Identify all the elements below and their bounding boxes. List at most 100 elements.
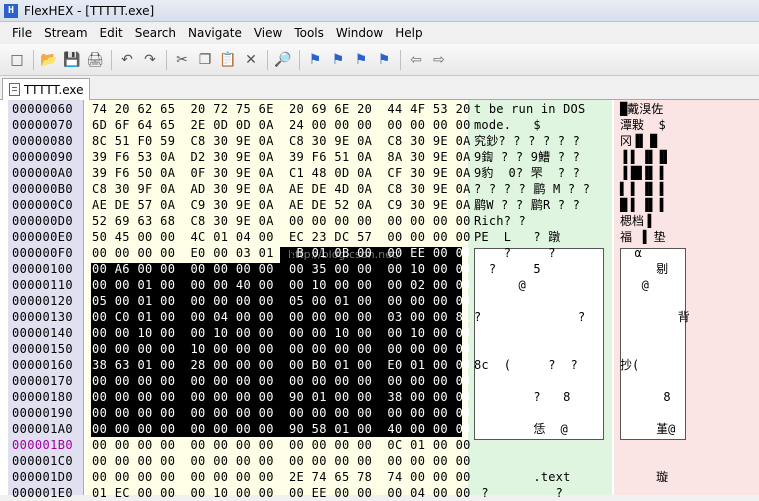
ascii-row[interactable]: mode. $ bbox=[474, 117, 610, 133]
bookmark-prev-icon[interactable]: ⚑ bbox=[350, 49, 372, 71]
ascii-row[interactable]: ? ? bbox=[474, 309, 610, 325]
menu-help[interactable]: Help bbox=[389, 23, 428, 43]
hex-row[interactable]: 00 00 00 00 00 00 00 00 2E 74 65 78 74 0… bbox=[92, 469, 470, 485]
ascii-row[interactable]: 8c ( ? ? bbox=[474, 357, 610, 373]
new-file-icon[interactable]: □ bbox=[6, 49, 28, 71]
hex-row[interactable]: 39 F6 50 0A 0F 30 9E 0A C1 48 0D 0A CF 3… bbox=[92, 165, 470, 181]
hex-row[interactable]: 50 45 00 00 4C 01 04 00 EC 23 DC 57 00 0… bbox=[92, 229, 470, 245]
ascii-row[interactable] bbox=[474, 325, 610, 341]
ascii-row[interactable] bbox=[474, 341, 610, 357]
bookmark-clear-icon[interactable]: ⚑ bbox=[373, 49, 395, 71]
unicode-row[interactable] bbox=[620, 405, 758, 421]
menu-tools[interactable]: Tools bbox=[288, 23, 330, 43]
hex-row[interactable]: 00 A6 00 00 00 00 00 00 00 35 00 00 00 1… bbox=[92, 261, 470, 277]
bookmark-next-icon[interactable]: ⚑ bbox=[327, 49, 349, 71]
unicode-row[interactable]: 冈▐▌▐▌ bbox=[620, 133, 758, 149]
ascii-row[interactable]: t be run in DOS bbox=[474, 101, 610, 117]
hex-row[interactable]: 00 00 00 00 00 00 00 00 90 58 01 00 40 0… bbox=[92, 421, 470, 437]
unicode-row[interactable] bbox=[620, 485, 758, 501]
menu-search[interactable]: Search bbox=[129, 23, 182, 43]
hex-row[interactable]: 00 00 00 00 00 00 00 00 90 01 00 00 38 0… bbox=[92, 389, 470, 405]
unicode-row[interactable] bbox=[620, 437, 758, 453]
hex-row[interactable]: AE DE 57 0A C9 30 9E 0A AE DE 52 0A C9 3… bbox=[92, 197, 470, 213]
unicode-row[interactable]: 剔 bbox=[620, 261, 758, 277]
paste-icon[interactable]: 📋 bbox=[217, 49, 239, 71]
hex-row[interactable]: 8C 51 F0 59 C8 30 9E 0A C8 30 9E 0A C8 3… bbox=[92, 133, 470, 149]
hex-row[interactable]: 00 00 01 00 00 00 40 00 00 10 00 00 00 0… bbox=[92, 277, 470, 293]
delete-icon[interactable]: ✕ bbox=[240, 49, 262, 71]
ascii-row[interactable]: PE L ? 蹾 bbox=[474, 229, 610, 245]
hex-row[interactable]: 00 C0 01 00 00 04 00 00 00 00 00 00 03 0… bbox=[92, 309, 470, 325]
hex-row[interactable]: 01 EC 00 00 00 10 00 00 00 EE 00 00 00 0… bbox=[92, 485, 470, 501]
bookmark-flag-icon[interactable]: ⚑ bbox=[304, 49, 326, 71]
unicode-row[interactable]: █▐ ▐▌▐ bbox=[620, 197, 758, 213]
menu-view[interactable]: View bbox=[248, 23, 288, 43]
unicode-row[interactable]: 楒档▐ bbox=[620, 213, 758, 229]
hex-row[interactable]: 74 20 62 65 20 72 75 6E 20 69 6E 20 44 4… bbox=[92, 101, 470, 117]
hex-row[interactable]: 38 63 01 00 28 00 00 00 00 B0 01 00 E0 0… bbox=[92, 357, 470, 373]
hex-row[interactable]: C8 30 9F 0A AD 30 9E 0A AE DE 4D 0A C8 3… bbox=[92, 181, 470, 197]
unicode-row[interactable] bbox=[620, 293, 758, 309]
hex-row[interactable]: 00 00 00 00 E0 00 03 01 0B 01 0B 00 00 E… bbox=[92, 245, 470, 261]
unicode-row[interactable]: ▐▐ ▐▌▐▌ bbox=[620, 149, 758, 165]
hex-row[interactable]: 00 00 00 00 10 00 00 00 00 00 00 00 00 0… bbox=[92, 341, 470, 357]
ascii-row[interactable]: ? ? bbox=[474, 245, 610, 261]
unicode-row[interactable]: █戴湨佐 bbox=[620, 101, 758, 117]
hex-row[interactable]: 00 00 00 00 00 00 00 00 00 00 00 00 0C 0… bbox=[92, 437, 470, 453]
ascii-row[interactable]: 究鈔? ? ? ? ? ? bbox=[474, 133, 610, 149]
menu-stream[interactable]: Stream bbox=[38, 23, 93, 43]
hex-row[interactable]: 00 00 00 00 00 00 00 00 00 00 00 00 00 0… bbox=[92, 453, 470, 469]
unicode-row[interactable] bbox=[620, 373, 758, 389]
save-icon[interactable]: 💾 bbox=[61, 49, 83, 71]
menu-file[interactable]: File bbox=[6, 23, 38, 43]
hex-row[interactable]: 39 F6 53 0A D2 30 9E 0A 39 F6 51 0A 8A 3… bbox=[92, 149, 470, 165]
unicode-row[interactable]: ▐▐█▐▌▐ bbox=[620, 165, 758, 181]
open-folder-icon[interactable]: 📂 bbox=[38, 49, 60, 71]
ascii-row[interactable]: ? ? bbox=[474, 485, 610, 501]
back-arrow-icon[interactable]: ⇦ bbox=[405, 49, 427, 71]
find-icon[interactable]: 🔎 bbox=[272, 49, 294, 71]
ascii-row[interactable]: Rich? ? bbox=[474, 213, 610, 229]
redo-icon[interactable]: ↷ bbox=[139, 49, 161, 71]
ascii-row[interactable]: .text bbox=[474, 469, 610, 485]
ascii-row[interactable]: 9鍧 ? ? 9鰽 ? ? bbox=[474, 149, 610, 165]
print-icon[interactable]: 🖨 bbox=[84, 49, 106, 71]
unicode-row[interactable]: @ bbox=[620, 277, 758, 293]
ascii-row[interactable]: ? ? ? ? 鹛 M ? ? bbox=[474, 181, 610, 197]
unicode-row[interactable] bbox=[620, 341, 758, 357]
ascii-row[interactable] bbox=[474, 405, 610, 421]
tab-ttttt-exe[interactable]: TTTTT.exe bbox=[2, 78, 91, 100]
menu-edit[interactable]: Edit bbox=[94, 23, 129, 43]
hex-row[interactable]: 52 69 63 68 C8 30 9E 0A 00 00 00 00 00 0… bbox=[92, 213, 470, 229]
hex-row[interactable]: 6D 6F 64 65 2E 0D 0D 0A 24 00 00 00 00 0… bbox=[92, 117, 470, 133]
undo-icon[interactable]: ↶ bbox=[116, 49, 138, 71]
unicode-row[interactable]: 潭敤 $ bbox=[620, 117, 758, 133]
unicode-row[interactable]: ▌▐ ▐▌▐ bbox=[620, 181, 758, 197]
unicode-row[interactable]: 背 bbox=[620, 309, 758, 325]
unicode-row[interactable]: α bbox=[620, 245, 758, 261]
hex-row[interactable]: 05 00 01 00 00 00 00 00 05 00 01 00 00 0… bbox=[92, 293, 470, 309]
copy-icon[interactable]: ❐ bbox=[194, 49, 216, 71]
ascii-row[interactable]: ? 5 bbox=[474, 261, 610, 277]
forward-arrow-icon[interactable]: ⇨ bbox=[428, 49, 450, 71]
ascii-row[interactable]: ? 8 bbox=[474, 389, 610, 405]
unicode-row[interactable]: 璇 bbox=[620, 469, 758, 485]
ascii-row[interactable]: 9豹 0? 罘 ? ? bbox=[474, 165, 610, 181]
ascii-row[interactable]: 鹛W ? ? 鹛R ? ? bbox=[474, 197, 610, 213]
hex-row[interactable]: 00 00 00 00 00 00 00 00 00 00 00 00 00 0… bbox=[92, 405, 470, 421]
unicode-row[interactable] bbox=[620, 453, 758, 469]
unicode-row[interactable]: 堇@ bbox=[620, 421, 758, 437]
unicode-row[interactable]: 8 bbox=[620, 389, 758, 405]
menu-navigate[interactable]: Navigate bbox=[182, 23, 248, 43]
unicode-row[interactable] bbox=[620, 325, 758, 341]
unicode-row[interactable]: 福 ▐ 垫 bbox=[620, 229, 758, 245]
hex-row[interactable]: 00 00 00 00 00 00 00 00 00 00 00 00 00 0… bbox=[92, 373, 470, 389]
unicode-row[interactable]: 抄( bbox=[620, 357, 758, 373]
ascii-row[interactable]: 恁 @ bbox=[474, 421, 610, 437]
cut-icon[interactable]: ✂ bbox=[171, 49, 193, 71]
ascii-row[interactable] bbox=[474, 453, 610, 469]
ascii-row[interactable] bbox=[474, 373, 610, 389]
ascii-row[interactable]: @ bbox=[474, 277, 610, 293]
ascii-row[interactable] bbox=[474, 293, 610, 309]
hex-row[interactable]: 00 00 10 00 00 10 00 00 00 00 10 00 00 1… bbox=[92, 325, 470, 341]
